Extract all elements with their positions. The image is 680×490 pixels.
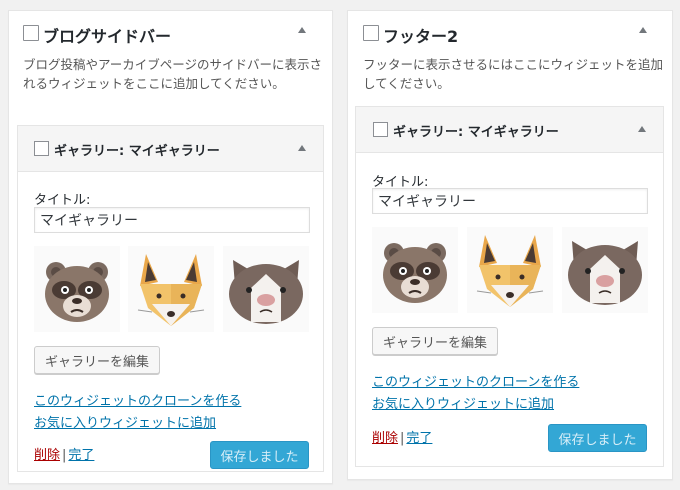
saved-button[interactable]: 保存しました	[210, 441, 309, 469]
sidebar-footer-2: フッター2 フッターに表示させるにはここにウィジェットを追加してください。 ギャ…	[347, 10, 673, 480]
sidebar-checkbox[interactable]	[23, 25, 39, 41]
sidebar-title: ブログサイドバー	[43, 27, 172, 46]
sidebar-header[interactable]: ブログサイドバー	[9, 11, 332, 51]
fox-icon[interactable]	[128, 246, 214, 332]
widget-checkbox[interactable]	[34, 141, 49, 156]
widget-control-actions: 削除 | 完了	[34, 444, 94, 463]
widget-header[interactable]: ギャラリー: マイギャラリー	[18, 126, 323, 172]
done-link[interactable]: 完了	[406, 431, 432, 446]
title-input[interactable]	[34, 207, 310, 233]
add-favorite-link[interactable]: お気に入りウィジェットに追加	[372, 393, 554, 412]
clone-widget-link[interactable]: このウィジェットのクローンを作る	[34, 390, 241, 409]
cat-icon[interactable]	[223, 246, 309, 332]
raccoon-dog-icon[interactable]	[34, 246, 120, 332]
raccoon-dog-icon[interactable]	[372, 227, 458, 313]
sidebar-header[interactable]: フッター2	[348, 11, 672, 51]
title-input[interactable]	[372, 188, 648, 214]
sidebar-description: フッターに表示させるにはここにウィジェットを追加してください。	[363, 57, 664, 91]
collapse-arrow-icon[interactable]	[639, 27, 647, 33]
widget-control-actions: 削除 | 完了	[372, 427, 432, 446]
collapse-arrow-icon[interactable]	[298, 27, 306, 33]
clone-widget-link[interactable]: このウィジェットのクローンを作る	[372, 371, 579, 390]
saved-button[interactable]: 保存しました	[548, 424, 647, 452]
fox-icon[interactable]	[467, 227, 553, 313]
widget-header[interactable]: ギャラリー: マイギャラリー	[356, 107, 663, 153]
edit-gallery-button[interactable]: ギャラリーを編集	[372, 327, 498, 355]
gallery-widget: ギャラリー: マイギャラリー タイトル: マイギャラリー ギャラリーを編集 この…	[355, 106, 664, 467]
separator: |	[400, 431, 405, 446]
gallery-widget: ギャラリー: マイギャラリー タイトル: マイギャラリー ギャラリーを編集 この…	[17, 125, 324, 472]
widget-toggle-arrow-icon[interactable]	[638, 126, 646, 132]
done-link[interactable]: 完了	[68, 448, 94, 463]
title-label: タイトル:	[34, 193, 91, 208]
sidebar-blog: ブログサイドバー ブログ投稿やアーカイブページのサイドバーに表示されるウィジェッ…	[8, 10, 333, 484]
widget-title: ギャラリー: マイギャラリー	[54, 144, 220, 159]
add-favorite-link[interactable]: お気に入りウィジェットに追加	[34, 412, 216, 431]
sidebar-title: フッター2	[383, 27, 459, 46]
delete-link[interactable]: 削除	[34, 448, 60, 463]
cat-icon[interactable]	[562, 227, 648, 313]
widget-toggle-arrow-icon[interactable]	[298, 145, 306, 151]
edit-gallery-button[interactable]: ギャラリーを編集	[34, 346, 160, 374]
widget-checkbox[interactable]	[373, 122, 388, 137]
separator: |	[62, 448, 67, 463]
sidebar-checkbox[interactable]	[363, 25, 379, 41]
delete-link[interactable]: 削除	[372, 431, 398, 446]
widget-title: ギャラリー: マイギャラリー	[393, 125, 559, 140]
sidebar-description: ブログ投稿やアーカイブページのサイドバーに表示されるウィジェットをここに追加して…	[23, 57, 323, 91]
